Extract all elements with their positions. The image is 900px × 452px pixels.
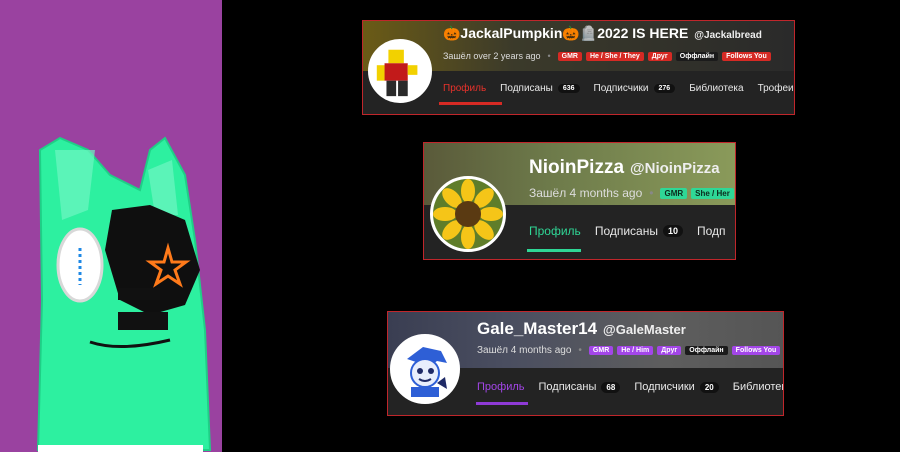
profile-tabs: Профиль Подписаны 10 Подп xyxy=(527,224,726,252)
tab-label: Библиотек xyxy=(732,381,784,393)
display-name: Gale_Master14 xyxy=(477,319,598,338)
last-seen: Зашёл over 2 years ago xyxy=(443,51,541,61)
display-name: NioinPizza xyxy=(529,157,625,178)
profile-meta: Зашёл over 2 years ago • GMR He / She / … xyxy=(443,51,771,61)
tab-label: Подписаны xyxy=(500,83,553,94)
profile-tabs: Профиль Подписаны 68 Подписчики 20 Библиот… xyxy=(476,381,784,405)
badge-follows-you: Follows You xyxy=(731,346,781,355)
tab-count: 10 xyxy=(662,225,683,237)
badge-pronouns: He / She / They xyxy=(585,51,644,61)
tab-label: Подписчики xyxy=(634,381,695,393)
tab-followers[interactable]: Подписчики 276 xyxy=(594,83,676,94)
tab-profile[interactable]: Профиль xyxy=(476,381,527,405)
tab-label: Библиотека xyxy=(689,83,744,94)
badge-pronouns: He / Him xyxy=(617,346,654,355)
badge-gmr: GMR xyxy=(557,51,582,61)
drawn-character-avatar-icon xyxy=(393,337,457,401)
profile-card-jackal: 🎃JackalPumpkin🎃🪦2022 IS HERE @Jackalbread… xyxy=(362,20,795,115)
tab-followers[interactable]: Подп xyxy=(697,224,726,238)
avatar[interactable] xyxy=(430,176,506,252)
tab-profile[interactable]: Профиль xyxy=(527,224,581,252)
last-seen: Зашёл 4 months ago xyxy=(529,186,643,200)
tab-count: 636 xyxy=(557,84,580,93)
separator-dot: • xyxy=(649,186,654,200)
tab-following[interactable]: Подписаны 10 xyxy=(595,224,683,238)
tab-count: 68 xyxy=(601,381,621,393)
tab-label: Профиль xyxy=(529,224,581,238)
last-seen: Зашёл 4 months ago xyxy=(477,345,572,356)
badge-follows-you: Follows You xyxy=(722,51,771,61)
avatar[interactable] xyxy=(368,39,432,103)
tab-label: Профиль xyxy=(477,381,525,393)
badge-status: Оффлайн xyxy=(675,51,719,61)
tab-following[interactable]: Подписаны 68 xyxy=(539,381,621,393)
tab-label: Подписчики xyxy=(593,83,649,94)
avatar[interactable] xyxy=(390,334,460,404)
username-handle: @NioinPizza xyxy=(630,160,720,177)
tab-library[interactable]: Библиотека xyxy=(689,83,743,94)
profile-meta: Зашёл 4 months ago • GMR He / Him Друг О… xyxy=(477,345,781,356)
profile-card-nioin: NioinPizza @NioinPizza Зашёл 4 months ago… xyxy=(423,142,736,260)
tab-label: Профиль xyxy=(443,83,487,94)
tab-label: Подп xyxy=(697,224,726,238)
tab-count: 20 xyxy=(699,381,719,393)
separator-dot: • xyxy=(578,345,582,356)
profile-name: NioinPizza @NioinPizza xyxy=(529,157,720,179)
profile-meta: Зашёл 4 months ago • GMR She / Her xyxy=(529,186,734,200)
profile-name: Gale_Master14 @GaleMaster xyxy=(477,319,686,339)
tab-label: Трофеи xyxy=(757,83,794,94)
profile-name: 🎃JackalPumpkin🎃🪦2022 IS HERE @Jackalbread xyxy=(443,25,762,42)
tab-following[interactable]: Подписаны 636 xyxy=(500,83,580,94)
roblox-avatar-icon xyxy=(371,42,429,100)
tab-count: 276 xyxy=(653,84,676,93)
badge-friend: Друг xyxy=(647,51,672,61)
username-handle: @Jackalbread xyxy=(694,30,762,41)
profile-tabs: Профиль Подписаны 636 Подписчики 276 Библи… xyxy=(438,83,794,105)
tab-library[interactable]: Библиотек xyxy=(732,381,784,393)
sunflower-avatar-icon xyxy=(433,179,503,249)
badge-friend: Друг xyxy=(657,346,682,355)
tab-followers[interactable]: Подписчики 20 xyxy=(634,381,719,393)
tab-label: Подписаны xyxy=(594,224,658,238)
badge-gmr: GMR xyxy=(588,346,614,355)
character-drawing xyxy=(0,0,240,452)
badge-gmr: GMR xyxy=(660,187,688,199)
tab-trophies[interactable]: Трофеи18 xyxy=(757,83,794,94)
separator-dot: • xyxy=(547,51,551,61)
username-handle: @GaleMaster xyxy=(603,322,686,337)
badge-pronouns: She / Her xyxy=(691,187,734,199)
display-name: 🎃JackalPumpkin🎃🪦2022 IS HERE xyxy=(443,25,689,41)
green-character-illustration xyxy=(0,0,240,452)
profile-card-gale: Gale_Master14 @GaleMaster Зашёл 4 months … xyxy=(387,311,784,416)
tab-label: Подписаны xyxy=(538,381,597,393)
tab-profile[interactable]: Профиль xyxy=(438,83,503,105)
badge-status: Оффлайн xyxy=(685,346,728,355)
